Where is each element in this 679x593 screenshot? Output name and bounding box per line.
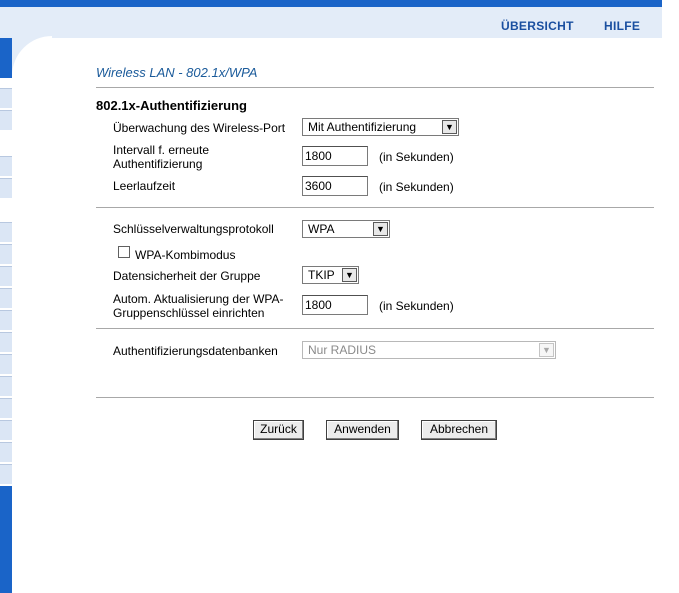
port-monitor-select[interactable]: Mit Authentifizierung ▼	[302, 118, 459, 136]
menu-item[interactable]	[0, 442, 12, 462]
reauth-interval-input[interactable]: 1800	[302, 146, 368, 166]
menu-item[interactable]	[0, 288, 12, 308]
page-title: Wireless LAN - 802.1x/WPA	[96, 65, 258, 80]
apply-button[interactable]: Anwenden	[326, 420, 399, 440]
divider	[96, 397, 654, 398]
menu-item[interactable]	[0, 110, 12, 130]
left-strip-bottom	[0, 486, 12, 593]
nav-overview-link[interactable]: ÜBERSICHT	[501, 19, 574, 33]
idle-time-input[interactable]: 3600	[302, 176, 368, 196]
divider	[96, 328, 654, 329]
group-security-value: TKIP	[308, 268, 335, 282]
reauth-unit: (in Sekunden)	[379, 150, 454, 164]
menu-item[interactable]	[0, 332, 12, 352]
menu-item[interactable]	[0, 178, 12, 198]
divider	[96, 87, 654, 88]
reauth-label-line1: Intervall f. erneute	[113, 143, 210, 157]
back-button[interactable]: Zurück	[253, 420, 304, 440]
key-protocol-label: Schlüsselverwaltungsprotokoll	[113, 222, 274, 236]
idle-unit: (in Sekunden)	[379, 180, 454, 194]
left-strip-top	[0, 38, 12, 78]
menu-item[interactable]	[0, 266, 12, 286]
menu-item[interactable]	[0, 398, 12, 418]
rekey-label-line1: Autom. Aktualisierung der WPA-	[113, 292, 284, 306]
auth-db-label: Authentifizierungsdatenbanken	[113, 344, 278, 358]
group-security-select[interactable]: TKIP ▼	[302, 266, 359, 284]
nav-help-link[interactable]: HILFE	[604, 19, 640, 33]
menu-item[interactable]	[0, 310, 12, 330]
top-bar-stripe	[0, 0, 662, 7]
menu-item[interactable]	[0, 222, 12, 242]
left-menu-strip	[0, 38, 12, 593]
chevron-down-icon: ▼	[442, 120, 457, 134]
menu-item[interactable]	[0, 420, 12, 440]
cancel-button[interactable]: Abbrechen	[421, 420, 497, 440]
auth-db-value: Nur RADIUS	[308, 343, 377, 357]
key-protocol-select[interactable]: WPA ▼	[302, 220, 390, 238]
menu-item[interactable]	[0, 376, 12, 396]
top-bar: ÜBERSICHT HILFE	[0, 0, 662, 38]
menu-item[interactable]	[0, 464, 12, 484]
key-protocol-value: WPA	[308, 222, 335, 236]
rekey-unit: (in Sekunden)	[379, 299, 454, 313]
menu-item[interactable]	[0, 244, 12, 264]
chevron-down-icon: ▼	[342, 268, 357, 282]
menu-item[interactable]	[0, 156, 12, 176]
idle-label: Leerlaufzeit	[113, 179, 176, 193]
auth-db-select[interactable]: Nur RADIUS ▼	[302, 341, 556, 359]
divider	[96, 207, 654, 208]
rekey-interval-input[interactable]: 1800	[302, 295, 368, 315]
chevron-down-icon: ▼	[539, 343, 554, 357]
wpa-combo-label: WPA-Kombimodus	[135, 248, 236, 262]
wpa-combo-checkbox[interactable]	[118, 246, 130, 258]
section-title: 802.1x-Authentifizierung	[96, 98, 247, 113]
port-monitor-value: Mit Authentifizierung	[308, 120, 417, 134]
menu-item[interactable]	[0, 354, 12, 374]
port-monitor-label: Überwachung des Wireless-Port	[113, 121, 286, 135]
group-security-label: Datensicherheit der Gruppe	[113, 269, 261, 283]
menu-item[interactable]	[0, 88, 12, 108]
chevron-down-icon: ▼	[373, 222, 388, 236]
reauth-label-line2: Authentifizierung	[113, 157, 203, 171]
rekey-label-line2: Gruppenschlüssel einrichten	[113, 306, 265, 320]
